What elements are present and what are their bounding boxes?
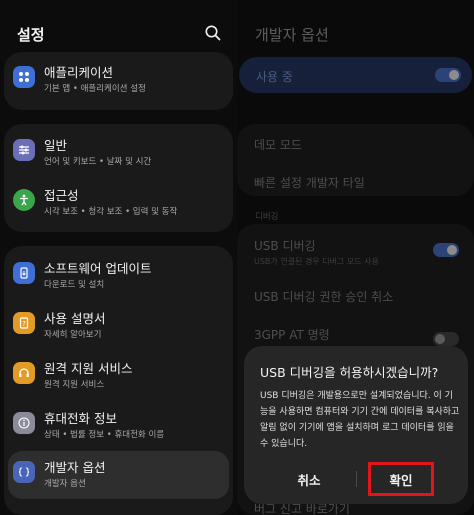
demo-card: 데모 모드 빠른 설정 개발자 타일 bbox=[237, 124, 474, 196]
dialog-title: USB 디버깅을 허용하시겠습니까? bbox=[260, 365, 439, 380]
menu-item-remote-support[interactable]: 원격 지원 서비스 원격 지원 서비스 bbox=[4, 352, 233, 400]
settings-card-system: 소프트웨어 업데이트 다운로드 및 설치 ? 사용 설명서 자세히 알아보기 원… bbox=[4, 246, 233, 515]
menu-item-subtitle: 시각 보조 • 청각 보조 • 입력 및 동작 bbox=[44, 207, 178, 217]
menu-item-title: 휴대전화 정보 bbox=[44, 411, 117, 426]
menu-item-general[interactable]: 일반 언어 및 키보드 • 날짜 및 시간 bbox=[4, 129, 233, 177]
settings-card-general: 일반 언어 및 키보드 • 날짜 및 시간 접근성 시각 보조 • 청각 보조 … bbox=[4, 124, 233, 232]
in-use-label: 사용 중 bbox=[256, 70, 293, 84]
developer-title: 개발자 옵션 bbox=[255, 26, 329, 44]
usb-revoke-item[interactable]: USB 디버깅 권한 승인 취소 bbox=[254, 288, 393, 305]
menu-item-subtitle: 다운로드 및 설치 bbox=[44, 280, 105, 290]
cancel-button[interactable]: 취소 bbox=[264, 464, 354, 494]
gpp-command-item[interactable]: 3GPP AT 명령 bbox=[254, 326, 330, 343]
menu-item-subtitle: 기본 앱 • 애플리케이션 설정 bbox=[44, 84, 146, 94]
menu-item-subtitle: 언어 및 키보드 • 날짜 및 시간 bbox=[44, 157, 152, 167]
usb-debug-toggle[interactable] bbox=[433, 243, 459, 257]
usb-debug-subtitle: USB가 연결된 경우 디버그 모드 사용 bbox=[254, 257, 379, 266]
svg-text:?: ? bbox=[22, 320, 26, 328]
menu-item-subtitle: 상태 • 법률 정보 • 휴대전화 이름 bbox=[44, 430, 165, 440]
developer-master-toggle[interactable] bbox=[435, 68, 461, 82]
dialog-body: USB 디버깅은 개발용으로만 설계되었습니다. 이 기능을 사용하면 컴퓨터와… bbox=[260, 391, 460, 449]
menu-item-apps[interactable]: 애플리케이션 기본 앱 • 애플리케이션 설정 bbox=[4, 56, 233, 104]
menu-item-subtitle: 자세히 알아보기 bbox=[44, 330, 102, 340]
menu-item-developer-options[interactable]: 개발자 옵션 개발자 옵션 bbox=[8, 451, 229, 499]
demo-mode-item[interactable]: 데모 모드 bbox=[254, 136, 302, 153]
menu-item-title: 소프트웨어 업데이트 bbox=[44, 261, 152, 276]
menu-item-title: 사용 설명서 bbox=[44, 311, 106, 326]
search-button[interactable] bbox=[204, 24, 224, 44]
info-icon bbox=[13, 412, 35, 434]
page-title: 설정 bbox=[17, 26, 45, 44]
menu-item-title: 일반 bbox=[44, 138, 68, 153]
menu-item-accessibility[interactable]: 접근성 시각 보조 • 청각 보조 • 입력 및 동작 bbox=[4, 179, 233, 227]
confirm-button[interactable]: 확인 bbox=[368, 462, 434, 496]
headset-icon bbox=[13, 362, 35, 384]
button-divider bbox=[356, 471, 357, 487]
quick-tile-item[interactable]: 빠른 설정 개발자 타일 bbox=[254, 174, 365, 191]
menu-item-subtitle: 원격 지원 서비스 bbox=[44, 380, 105, 390]
usb-debug-item[interactable]: USB 디버깅 bbox=[254, 237, 316, 254]
developer-icon bbox=[13, 461, 35, 483]
in-use-row[interactable]: 사용 중 bbox=[239, 57, 472, 93]
apps-icon bbox=[13, 66, 35, 88]
menu-item-software-update[interactable]: 소프트웨어 업데이트 다운로드 및 설치 bbox=[4, 252, 233, 300]
menu-item-phone-info[interactable]: 휴대전화 정보 상태 • 법률 정보 • 휴대전화 이름 bbox=[4, 402, 233, 450]
usb-debug-dialog: USB 디버깅을 허용하시겠습니까? USB 디버깅은 개발용으로만 설계되었습… bbox=[244, 346, 468, 504]
update-icon bbox=[13, 262, 35, 284]
menu-item-title: 애플리케이션 bbox=[44, 65, 114, 80]
search-icon bbox=[205, 25, 221, 41]
menu-item-subtitle: 개발자 옵션 bbox=[44, 479, 86, 489]
sliders-icon bbox=[13, 139, 35, 161]
settings-pane: 설정 애플리케이션 기본 앱 • 애플리케이션 설정 일반 언어 및 키보드 •… bbox=[0, 0, 237, 515]
settings-card-apps: 애플리케이션 기본 앱 • 애플리케이션 설정 bbox=[4, 52, 233, 110]
menu-item-title: 접근성 bbox=[44, 188, 79, 203]
gpp-command-toggle[interactable] bbox=[433, 332, 459, 346]
menu-item-title: 개발자 옵션 bbox=[44, 460, 106, 475]
debug-section-header: 디버깅 bbox=[255, 212, 279, 222]
menu-item-title: 원격 지원 서비스 bbox=[44, 361, 133, 376]
manual-icon: ? bbox=[13, 312, 35, 334]
menu-item-manual[interactable]: ? 사용 설명서 자세히 알아보기 bbox=[4, 302, 233, 350]
accessibility-icon bbox=[13, 189, 35, 211]
